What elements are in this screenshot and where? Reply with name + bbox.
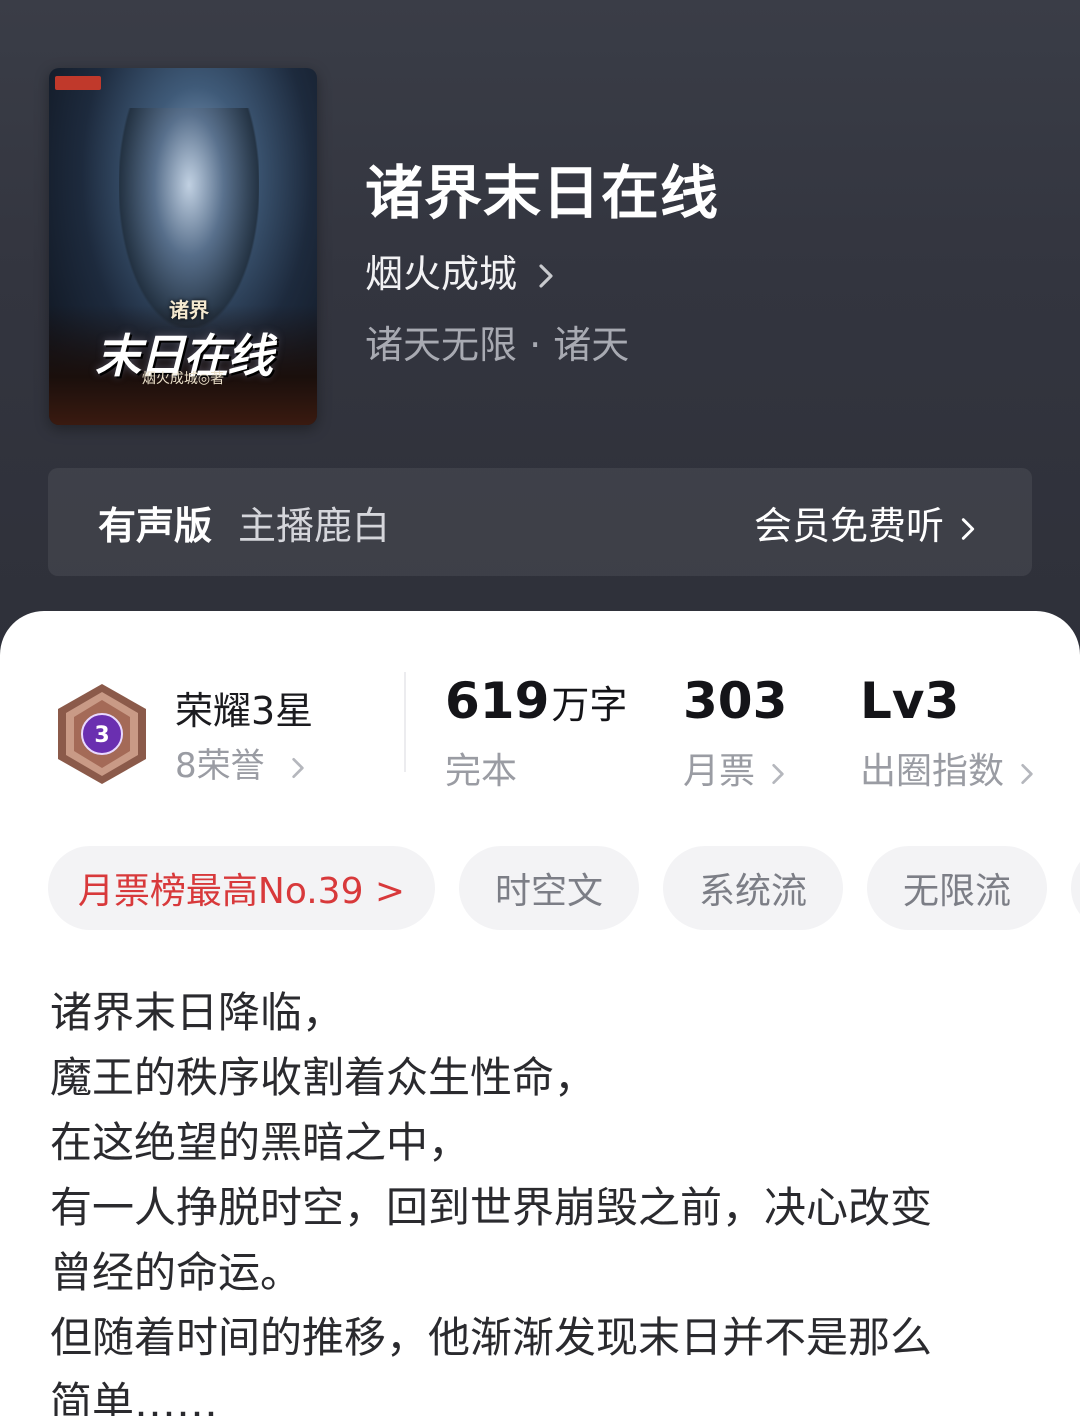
word-count-stat: 619万字 [445, 672, 627, 730]
synopsis-line: 有一人挣脱时空，回到世界崩毁之前，决心改变 [50, 1183, 933, 1232]
synopsis-line: 但随着时间的推移，他渐渐发现末日并不是那么 [50, 1313, 933, 1362]
chevron-right-icon [1014, 755, 1040, 785]
chevron-right-icon [954, 508, 982, 540]
audio-host-name: 主播鹿白 [238, 503, 391, 548]
publisher-logo [55, 76, 101, 90]
audio-version-label: 有声版 [98, 503, 213, 548]
audio-version-bar[interactable]: 有声版 主播鹿白 会员免费听 [48, 468, 1032, 576]
author-link[interactable]: 烟火成城 [365, 243, 561, 298]
honor-title: 荣耀3星 [175, 689, 314, 733]
tag-chip-partial[interactable] [1071, 846, 1080, 930]
honor-link[interactable]: 8荣誉 [175, 738, 311, 787]
member-listen-button[interactable]: 会员免费听 [754, 495, 982, 550]
synopsis-line: 曾经的命运。 [50, 1248, 303, 1297]
synopsis-line: 魔王的秩序收割着众生性命， [50, 1053, 597, 1102]
tag-chip[interactable]: 无限流 [867, 846, 1047, 930]
monthly-rank-tag[interactable]: 月票榜最高No.39 > [48, 846, 435, 930]
stats-divider [404, 672, 406, 772]
completion-status: 完本 [445, 742, 517, 794]
completion-status-label: 完本 [445, 751, 518, 792]
book-synopsis[interactable]: 诸界末日降临， 魔王的秩序收割着众生性命， 在这绝望的黑暗之中， 有一人挣脱时空… [50, 980, 1010, 1416]
genre-label: 诸天无限 · 诸天 [365, 323, 630, 367]
tag-chip[interactable]: 系统流 [663, 846, 843, 930]
honor-count: 8荣誉 [175, 746, 265, 786]
synopsis-line: 诸界末日降临， [50, 988, 345, 1037]
chevron-right-icon [531, 256, 561, 288]
tag-list: 月票榜最高No.39 > 时空文 系统流 无限流 [48, 846, 1080, 932]
author-name: 烟火成城 [365, 252, 518, 296]
honor-badge-icon[interactable]: 3 [52, 682, 152, 786]
member-listen-label: 会员免费听 [753, 503, 944, 548]
book-cover-image[interactable]: 诸界 末日在线 烟火成城◎著 [49, 68, 317, 425]
monthly-ticket-value: 303 [683, 672, 788, 730]
book-title: 诸界末日在线 [365, 159, 720, 227]
synopsis-line: 在这绝望的黑暗之中， [50, 1118, 471, 1167]
chevron-right-icon [285, 750, 311, 778]
influence-index-link[interactable]: 出圈指数 [860, 742, 1040, 794]
cover-subtitle: 诸界 [169, 298, 209, 322]
word-count-unit: 万字 [551, 683, 628, 727]
word-count-value: 619 [445, 672, 550, 730]
influence-index-value: Lv3 [860, 672, 960, 730]
chevron-right-icon [765, 755, 791, 785]
cover-author: 烟火成城◎著 [141, 371, 225, 387]
influence-index-label: 出圈指数 [860, 751, 1005, 792]
monthly-ticket-label: 月票 [683, 751, 756, 792]
monthly-ticket-link[interactable]: 月票 [683, 742, 791, 794]
badge-level: 3 [94, 723, 109, 748]
synopsis-line: 简单…… [50, 1378, 219, 1416]
tag-chip[interactable]: 时空文 [459, 846, 639, 930]
